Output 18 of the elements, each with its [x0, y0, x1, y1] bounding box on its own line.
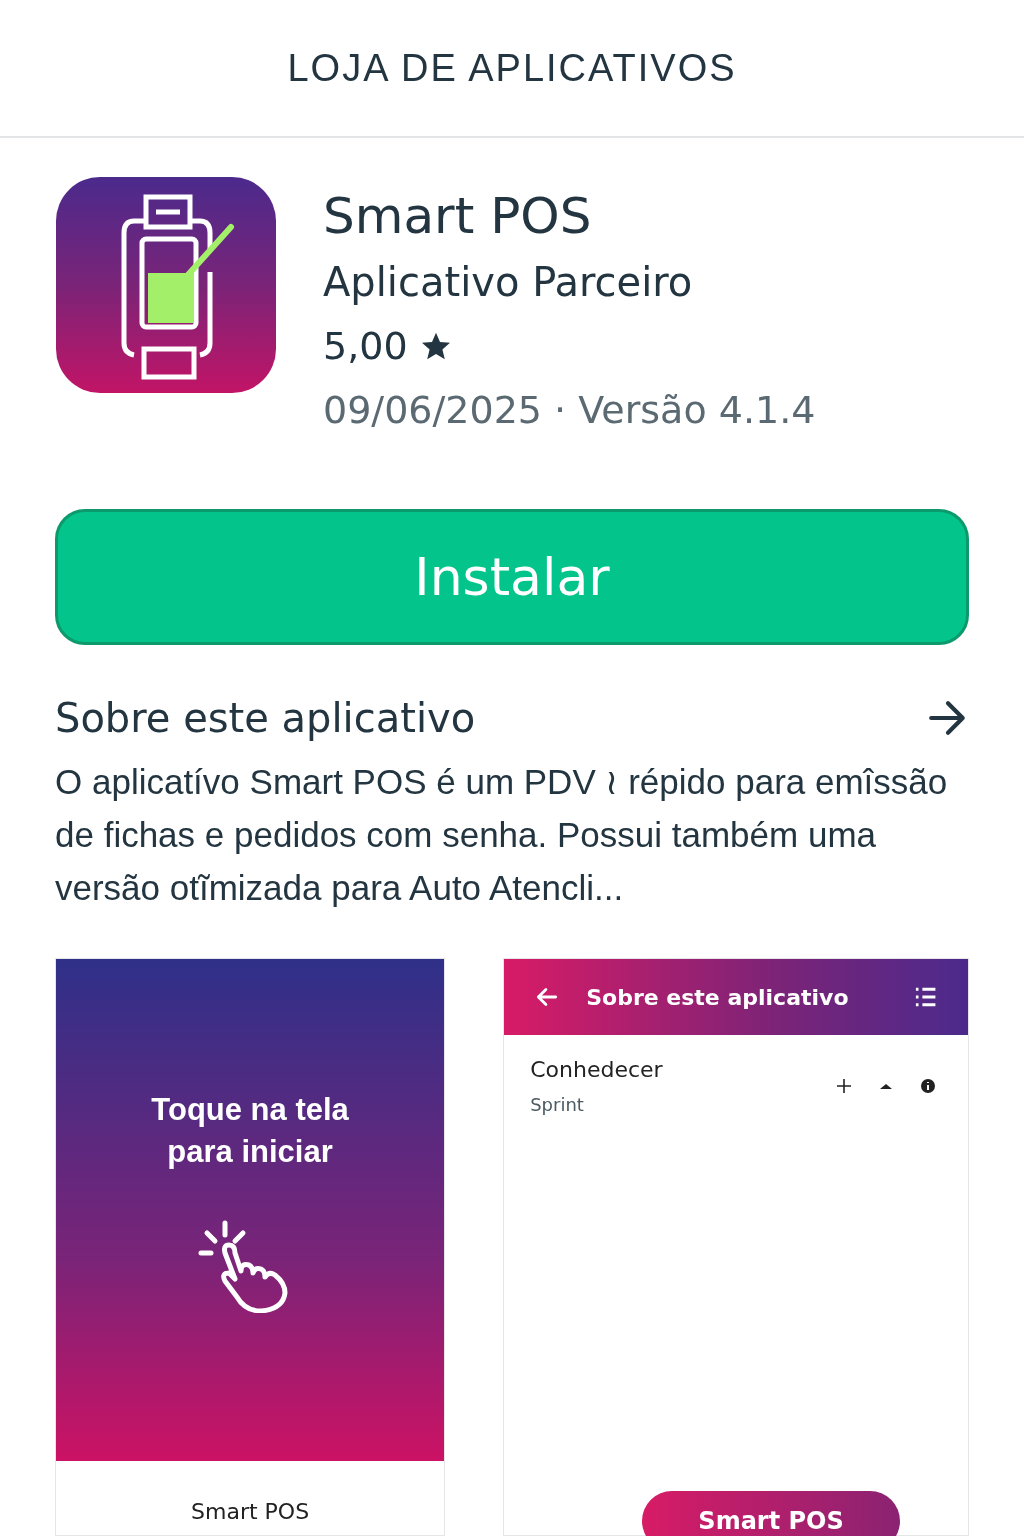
screenshot-card[interactable]: Sobre este aplicativo Conhedecer Sprint Smart POS: [503, 958, 969, 1536]
plus-icon[interactable]: [834, 1076, 854, 1096]
screenshot-card[interactable]: Toque na tela para iniciar Smart POS: [55, 958, 446, 1536]
developer-label: Aplicativo Parceiro: [323, 258, 694, 307]
app-description: O aplicatívo Smart POS é um PDV ≀ répido para emîssão de fichas e pedidos com senha. Possui também uma versão otĩmizada para Auto Atencli...: [55, 761, 949, 909]
item-title: Conhedecer: [530, 1057, 664, 1082]
item-subtitle: Sprint: [530, 1094, 585, 1115]
date-version: 09/06/2025 · Versão 4.1.4: [323, 387, 816, 434]
smart-pos-button[interactable]: Smart POS: [642, 1491, 901, 1536]
screenshot-caption: Smart POS: [190, 1498, 311, 1524]
info-icon[interactable]: [918, 1076, 938, 1096]
section-heading: Sobre este aplicativo: [55, 695, 476, 741]
store-title: LOJA DE APLICATIVOS: [287, 46, 737, 90]
toolbar-title: Sobre este aplicativo: [586, 984, 850, 1010]
app-icon: [55, 177, 277, 393]
app-name: Smart POS: [323, 186, 593, 247]
splash-message: Toque na tela para iniciar: [150, 1091, 350, 1171]
rating-value: 5,00: [323, 323, 408, 370]
